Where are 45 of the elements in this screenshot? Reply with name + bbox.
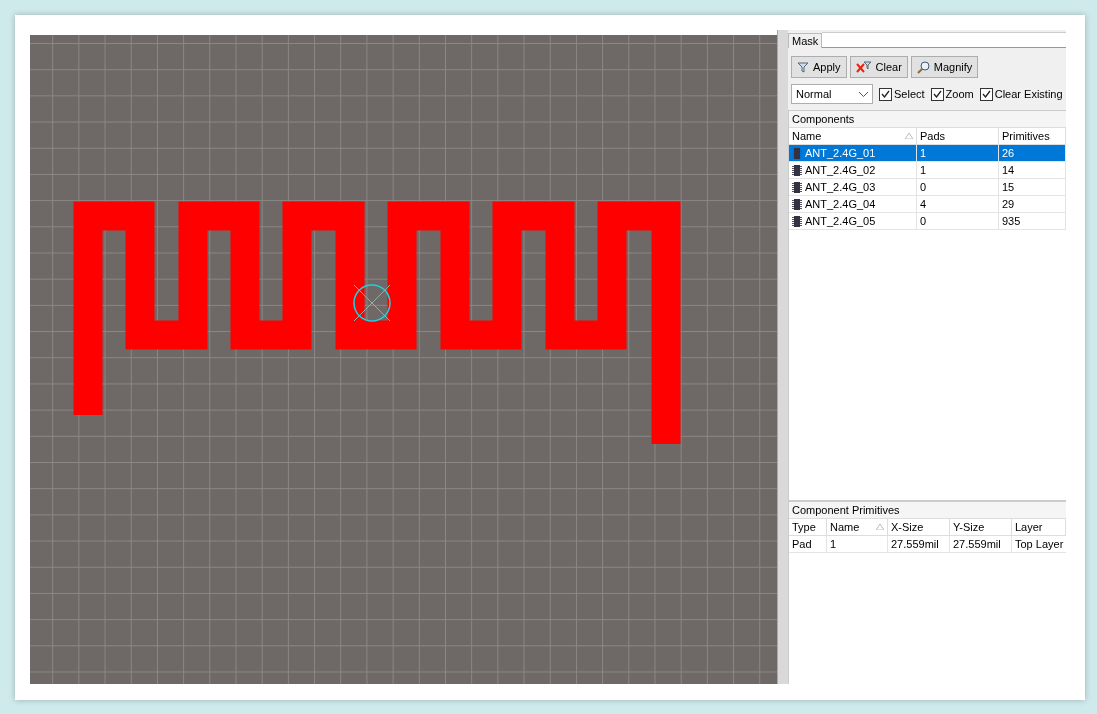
component-name-cell[interactable]: ANT_2.4G_02 (789, 162, 917, 179)
table-cell: Pad (789, 536, 827, 553)
components-title: Components (789, 111, 1066, 128)
chevron-down-icon (859, 91, 868, 97)
magnify-button[interactable]: Magnify (910, 56, 979, 78)
component-name-cell[interactable]: ANT_2.4G_04 (789, 196, 917, 213)
clear-filter-icon (855, 61, 872, 73)
checkbox[interactable] (979, 87, 993, 101)
chip-icon (792, 215, 802, 227)
magnifier-icon (916, 60, 930, 74)
filter-button[interactable]: Apply (791, 56, 847, 78)
table-cell: 14 (999, 162, 1066, 179)
checkbox-label: Zoom (945, 88, 974, 100)
chip-icon (792, 147, 802, 159)
table-cell: 26 (999, 145, 1066, 162)
table-cell: 29 (999, 196, 1066, 213)
chip-icon (792, 181, 802, 193)
primitives-title: Component Primitives (789, 502, 1066, 519)
table-cell: 1 (917, 145, 999, 162)
sort-arrow-icon (905, 133, 913, 139)
table-cell: 1 (917, 162, 999, 179)
table-cell: 27.559mil (950, 536, 1012, 553)
table-cell: 27.559mil (888, 536, 950, 553)
mode-dropdown[interactable]: Normal (791, 84, 873, 104)
mask-label: Mask (788, 33, 823, 48)
table-cell: 0 (917, 179, 999, 196)
component-name-cell[interactable]: ANT_2.4G_05 (789, 213, 917, 230)
table-cell: 935 (999, 213, 1066, 230)
table-cell: 0 (917, 213, 999, 230)
checkbox-label: Select (894, 88, 925, 100)
clear-button[interactable]: Clear (849, 56, 908, 78)
table-cell: 1 (827, 536, 888, 553)
chip-icon (792, 198, 802, 210)
filter-icon (797, 61, 809, 73)
mask-field[interactable] (822, 32, 1066, 48)
component-name-cell[interactable]: ANT_2.4G_03 (789, 179, 917, 196)
checkbox-label: Clear Existing (994, 88, 1063, 100)
sort-arrow-icon (876, 524, 884, 530)
table-cell: 15 (999, 179, 1066, 196)
crosshair-icon (350, 281, 394, 325)
component-name-cell[interactable]: ANT_2.4G_01 (789, 145, 917, 162)
chip-icon (792, 164, 802, 176)
table-cell: 4 (917, 196, 999, 213)
checkbox[interactable] (930, 87, 944, 101)
checkbox[interactable] (879, 87, 892, 101)
